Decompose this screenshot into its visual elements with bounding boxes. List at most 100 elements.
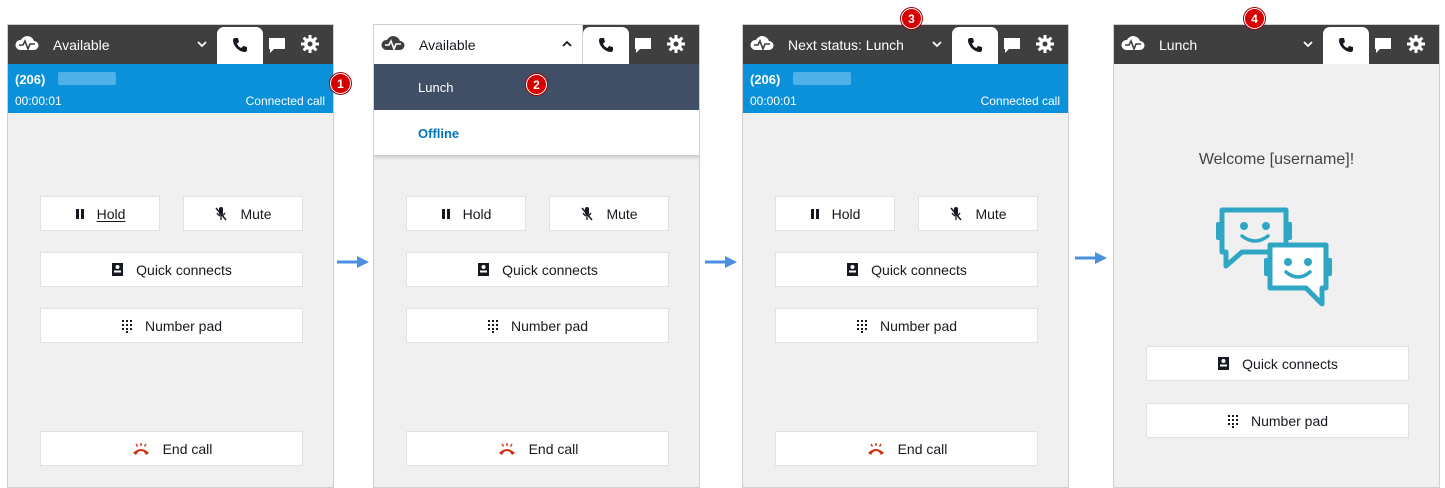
mute-label: Mute [606,205,638,222]
caller-number: (206) [750,72,781,87]
call-state: Connected call [980,94,1060,108]
quick-connects-button[interactable]: Quick connects [775,252,1038,287]
welcome-message: Welcome [username]! [1198,151,1355,168]
status-dropdown[interactable]: Available [8,25,217,64]
gear-icon[interactable] [300,34,320,54]
arrow-right-icon [1075,252,1107,264]
status-dropdown[interactable]: Lunch [1114,25,1323,64]
chat-bubble-icon[interactable] [1002,37,1022,55]
ccp-toolbar: Lunch [1114,25,1439,64]
number-pad-label: Number pad [510,317,589,334]
call-state: Connected call [245,94,325,108]
number-pad-label: Number pad [144,317,223,334]
number-pad-button[interactable]: Number pad [40,308,303,343]
end-call-button[interactable]: End call [40,431,303,466]
chat-bubble-icon[interactable] [633,37,653,55]
call-timer: 00:00:01 [750,94,797,108]
number-pad-button[interactable]: Number pad [1146,403,1409,438]
mic-off-icon [215,206,228,220]
quick-connects-label: Quick connects [502,261,598,278]
chevron-down-icon [1303,41,1313,48]
contact-card-icon [1218,357,1230,370]
phone-icon [233,38,247,52]
mute-button[interactable]: Mute [918,196,1038,231]
number-pad-button[interactable]: Number pad [406,308,669,343]
status-option-label: Lunch [418,80,454,95]
end-call-button[interactable]: End call [775,431,1038,466]
tab-phone[interactable] [1323,27,1369,64]
arrow-right-icon [337,256,369,268]
phone-icon [968,38,982,52]
gear-icon[interactable] [1406,34,1426,54]
hold-label: Hold [462,205,492,222]
hold-label: Hold [96,205,126,222]
chevron-down-icon [932,41,942,48]
quick-connects-button[interactable]: Quick connects [1146,346,1409,381]
ccp-panel-next-status: Next status: Lunch (206) 00:00:01 Connec… [742,24,1069,488]
ccp-toolbar: Available [374,25,699,64]
hang-up-icon [132,442,149,455]
connected-call-banner: (206) 00:00:01 Connected call [8,64,333,113]
quick-connects-button[interactable]: Quick connects [406,252,669,287]
pause-icon [810,208,819,219]
gear-icon[interactable] [666,34,686,54]
contact-card-icon [478,263,490,276]
quick-connects-label: Quick connects [871,261,967,278]
number-pad-label: Number pad [1250,412,1329,429]
contact-card-icon [112,263,124,276]
quick-connects-label: Quick connects [136,261,232,278]
tab-phone[interactable] [217,27,263,64]
mute-button[interactable]: Mute [549,196,669,231]
hold-label: Hold [831,205,861,222]
status-dropdown[interactable]: Next status: Lunch [743,25,952,64]
caller-number: (206) [15,72,46,87]
chat-bubble-icon[interactable] [267,37,287,55]
hold-button[interactable]: Hold [40,196,160,231]
mute-button[interactable]: Mute [183,196,303,231]
phone-icon [599,38,613,52]
chevron-up-icon [562,40,572,47]
status-label: Lunch [1159,37,1198,53]
number-pad-button[interactable]: Number pad [775,308,1038,343]
hang-up-icon [867,442,884,455]
chevron-down-icon [197,41,207,48]
end-call-button[interactable]: End call [406,431,669,466]
ccp-toolbar: Available [8,25,333,64]
chat-bubble-icon[interactable] [1373,37,1393,55]
tab-phone[interactable] [583,27,629,64]
status-option-label: Offline [418,126,460,141]
keypad-icon [487,319,498,333]
pause-icon [441,208,450,219]
mic-off-icon [950,206,963,220]
pause-icon [75,208,84,219]
tab-phone[interactable] [952,27,998,64]
chat-bots-illustration [1216,207,1332,307]
ccp-panel-lunch: Lunch Welcome [username]! Quick connects… [1113,24,1440,488]
cloud-pulse-icon [381,36,405,52]
connected-call-banner: (206) 00:00:01 Connected call [743,64,1068,113]
contact-card-icon [847,263,859,276]
status-label: Next status: Lunch [788,37,904,53]
quick-connects-button[interactable]: Quick connects [40,252,303,287]
gear-icon[interactable] [1035,34,1055,54]
hang-up-icon [498,442,515,455]
status-dropdown[interactable]: Available [374,25,583,64]
mute-label: Mute [240,205,272,222]
keypad-icon [856,319,867,333]
hold-button[interactable]: Hold [406,196,526,231]
cloud-pulse-icon [750,36,774,52]
step-badge-4: 4 [1244,8,1265,29]
ccp-panel-connected: Available (206) 00:00:01 Connected call … [7,24,334,488]
quick-connects-label: Quick connects [1242,355,1338,372]
ccp-toolbar: Next status: Lunch [743,25,1068,64]
cloud-pulse-icon [1121,36,1145,52]
redacted-number [793,72,851,85]
mic-off-icon [581,206,594,220]
step-badge-2: 2 [526,74,547,95]
arrow-right-icon [705,256,737,268]
hold-button[interactable]: Hold [775,196,895,231]
keypad-icon [1227,414,1238,428]
step-badge-3: 3 [901,8,922,29]
end-call-label: End call [897,440,948,457]
status-option-offline[interactable]: Offline [374,110,699,156]
